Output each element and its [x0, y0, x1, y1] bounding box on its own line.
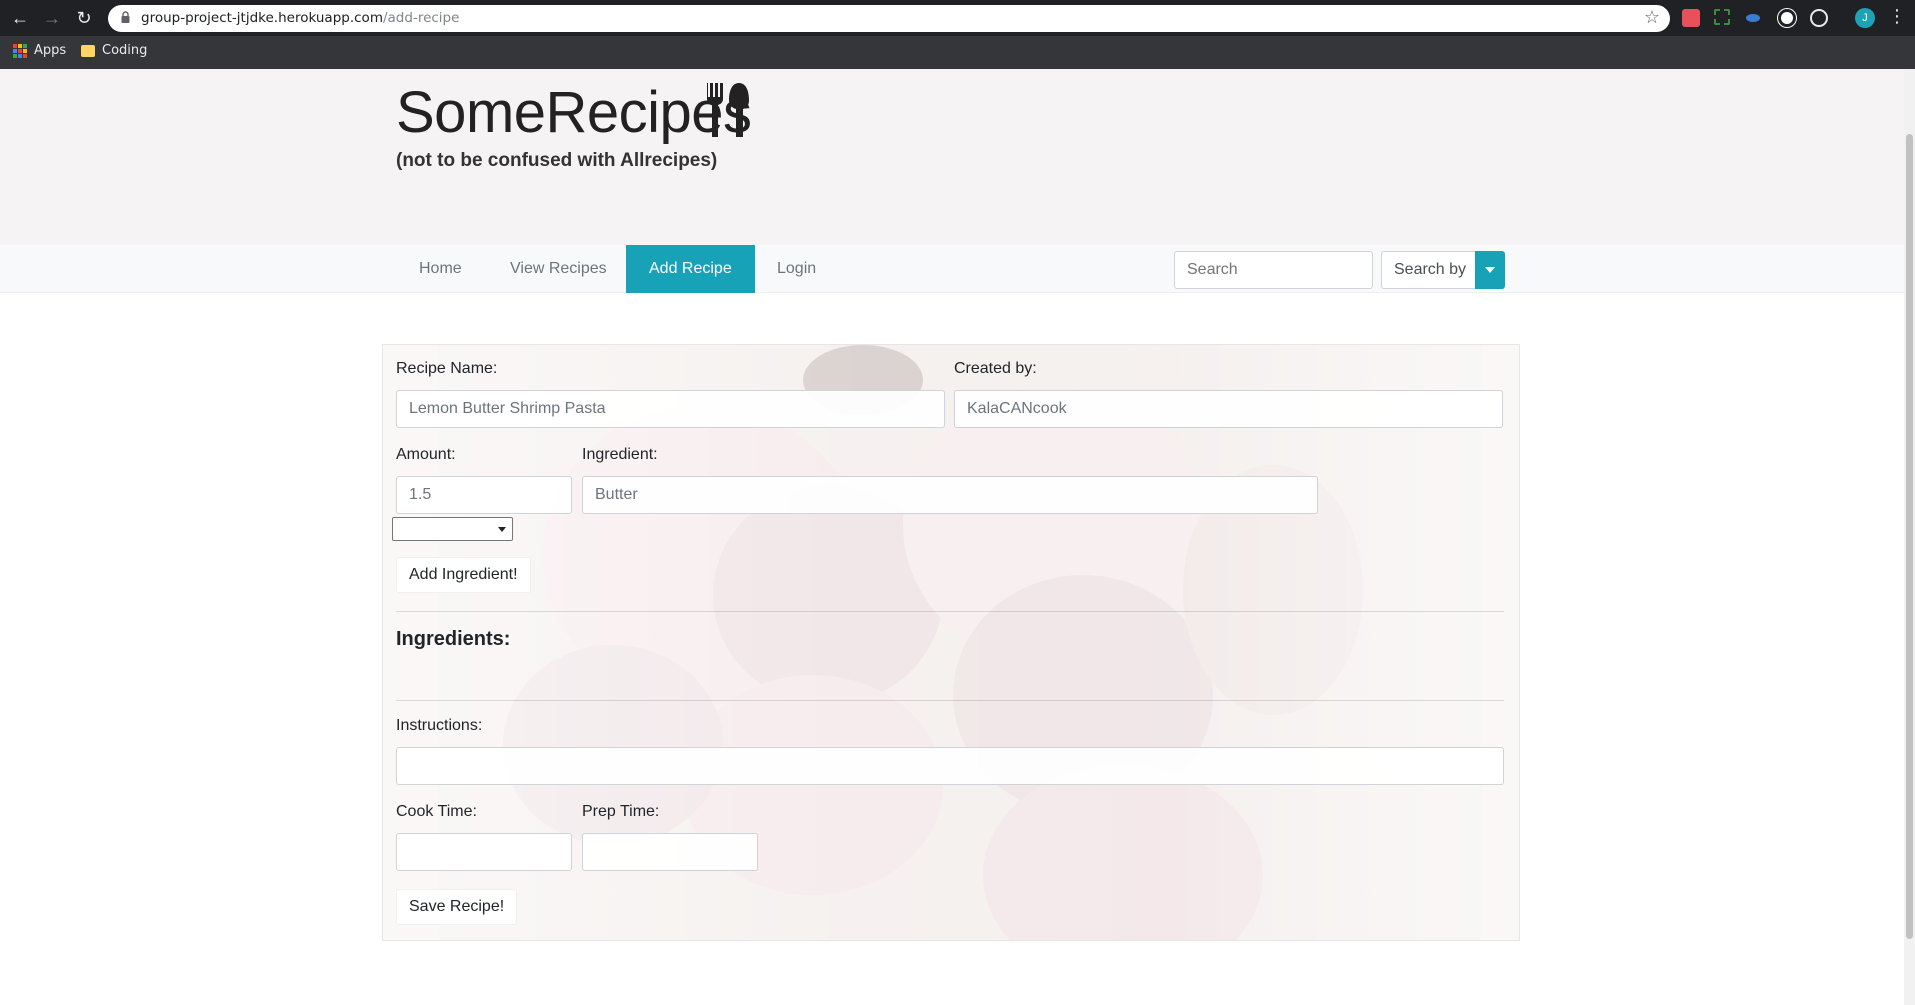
- ingredient-input[interactable]: Butter: [582, 476, 1318, 514]
- reload-icon[interactable]: ↻: [72, 6, 96, 30]
- save-recipe-button[interactable]: Save Recipe!: [396, 889, 518, 925]
- extension-screenshot-icon[interactable]: [1714, 9, 1730, 25]
- site-title[interactable]: SomeRecipes: [396, 79, 752, 146]
- instructions-label: Instructions:: [396, 717, 483, 734]
- prep-time-input[interactable]: [582, 833, 758, 871]
- created-by-input[interactable]: KalaCANcook: [954, 390, 1503, 428]
- created-by-label: Created by:: [954, 360, 1037, 377]
- ingredients-heading: Ingredients:: [396, 628, 511, 650]
- scrollbar-thumb[interactable]: [1906, 134, 1913, 939]
- extension-react-icon[interactable]: [1810, 9, 1828, 27]
- bookmark-apps[interactable]: Apps: [13, 43, 66, 58]
- form-content: Recipe Name: Lemon Butter Shrimp Pasta C…: [383, 345, 1519, 940]
- nav-login[interactable]: Login: [754, 245, 839, 293]
- extension-blue-icon[interactable]: [1746, 14, 1760, 22]
- amount-label: Amount:: [396, 446, 456, 463]
- site-tagline: (not to be confused with Allrecipes): [396, 150, 718, 171]
- recipe-name-label: Recipe Name:: [396, 360, 498, 377]
- extension-dark-mode-icon[interactable]: [1778, 9, 1796, 27]
- search-by-button[interactable]: Search by: [1381, 251, 1477, 289]
- search-by-dropdown-toggle[interactable]: [1475, 251, 1505, 289]
- page-scrollbar[interactable]: [1904, 69, 1915, 1005]
- cook-time-input[interactable]: [396, 833, 572, 871]
- instructions-input[interactable]: [396, 747, 1504, 785]
- browser-toolbar: ← → ↻ group-project-jtjdke.herokuapp.com…: [0, 0, 1915, 36]
- back-arrow-icon[interactable]: ←: [8, 6, 32, 30]
- amount-input[interactable]: 1.5: [396, 476, 572, 514]
- bookmark-label: Apps: [34, 43, 67, 58]
- unit-select[interactable]: [392, 517, 513, 541]
- forward-arrow-icon[interactable]: →: [40, 6, 64, 30]
- url-path: /add-recipe: [382, 10, 460, 26]
- divider: [396, 700, 1504, 701]
- add-ingredient-button[interactable]: Add Ingredient!: [396, 557, 531, 593]
- url-host: group-project-jtjdke.herokuapp.com: [141, 10, 383, 26]
- nav-add-recipe[interactable]: Add Recipe: [626, 245, 755, 293]
- divider: [396, 611, 1504, 612]
- nav-view-recipes[interactable]: View Recipes: [487, 245, 630, 293]
- folder-icon: [81, 44, 95, 57]
- add-recipe-form: Recipe Name: Lemon Butter Shrimp Pasta C…: [382, 344, 1520, 941]
- lock-icon: [121, 11, 130, 23]
- bookmark-star-icon[interactable]: ☆: [1644, 7, 1660, 28]
- ingredient-label: Ingredient:: [582, 446, 658, 463]
- menu-dots-icon[interactable]: ⋮: [1888, 6, 1906, 27]
- prep-time-label: Prep Time:: [582, 803, 660, 820]
- apps-grid-icon: [13, 43, 27, 58]
- address-bar[interactable]: group-project-jtjdke.herokuapp.com/add-r…: [108, 5, 1670, 32]
- nav-home[interactable]: Home: [396, 245, 485, 293]
- bookmark-coding[interactable]: Coding: [81, 43, 147, 58]
- bookmark-label: Coding: [102, 43, 148, 58]
- cook-time-label: Cook Time:: [396, 803, 477, 820]
- recipe-name-input[interactable]: Lemon Butter Shrimp Pasta: [396, 390, 945, 428]
- page-viewport: SomeRecipes (not to be confused with All…: [0, 69, 1904, 1005]
- extension-red-icon[interactable]: [1682, 9, 1700, 27]
- search-input[interactable]: [1174, 251, 1373, 289]
- fork-spoon-icon: [706, 83, 749, 137]
- url-text: group-project-jtjdke.herokuapp.com/add-r…: [141, 10, 459, 26]
- main-navbar: Home View Recipes Add Recipe Login Searc…: [0, 245, 1904, 293]
- profile-avatar[interactable]: J: [1855, 8, 1875, 28]
- site-header: SomeRecipes (not to be confused with All…: [0, 69, 1904, 245]
- bookmarks-bar: Apps Coding: [0, 36, 1915, 69]
